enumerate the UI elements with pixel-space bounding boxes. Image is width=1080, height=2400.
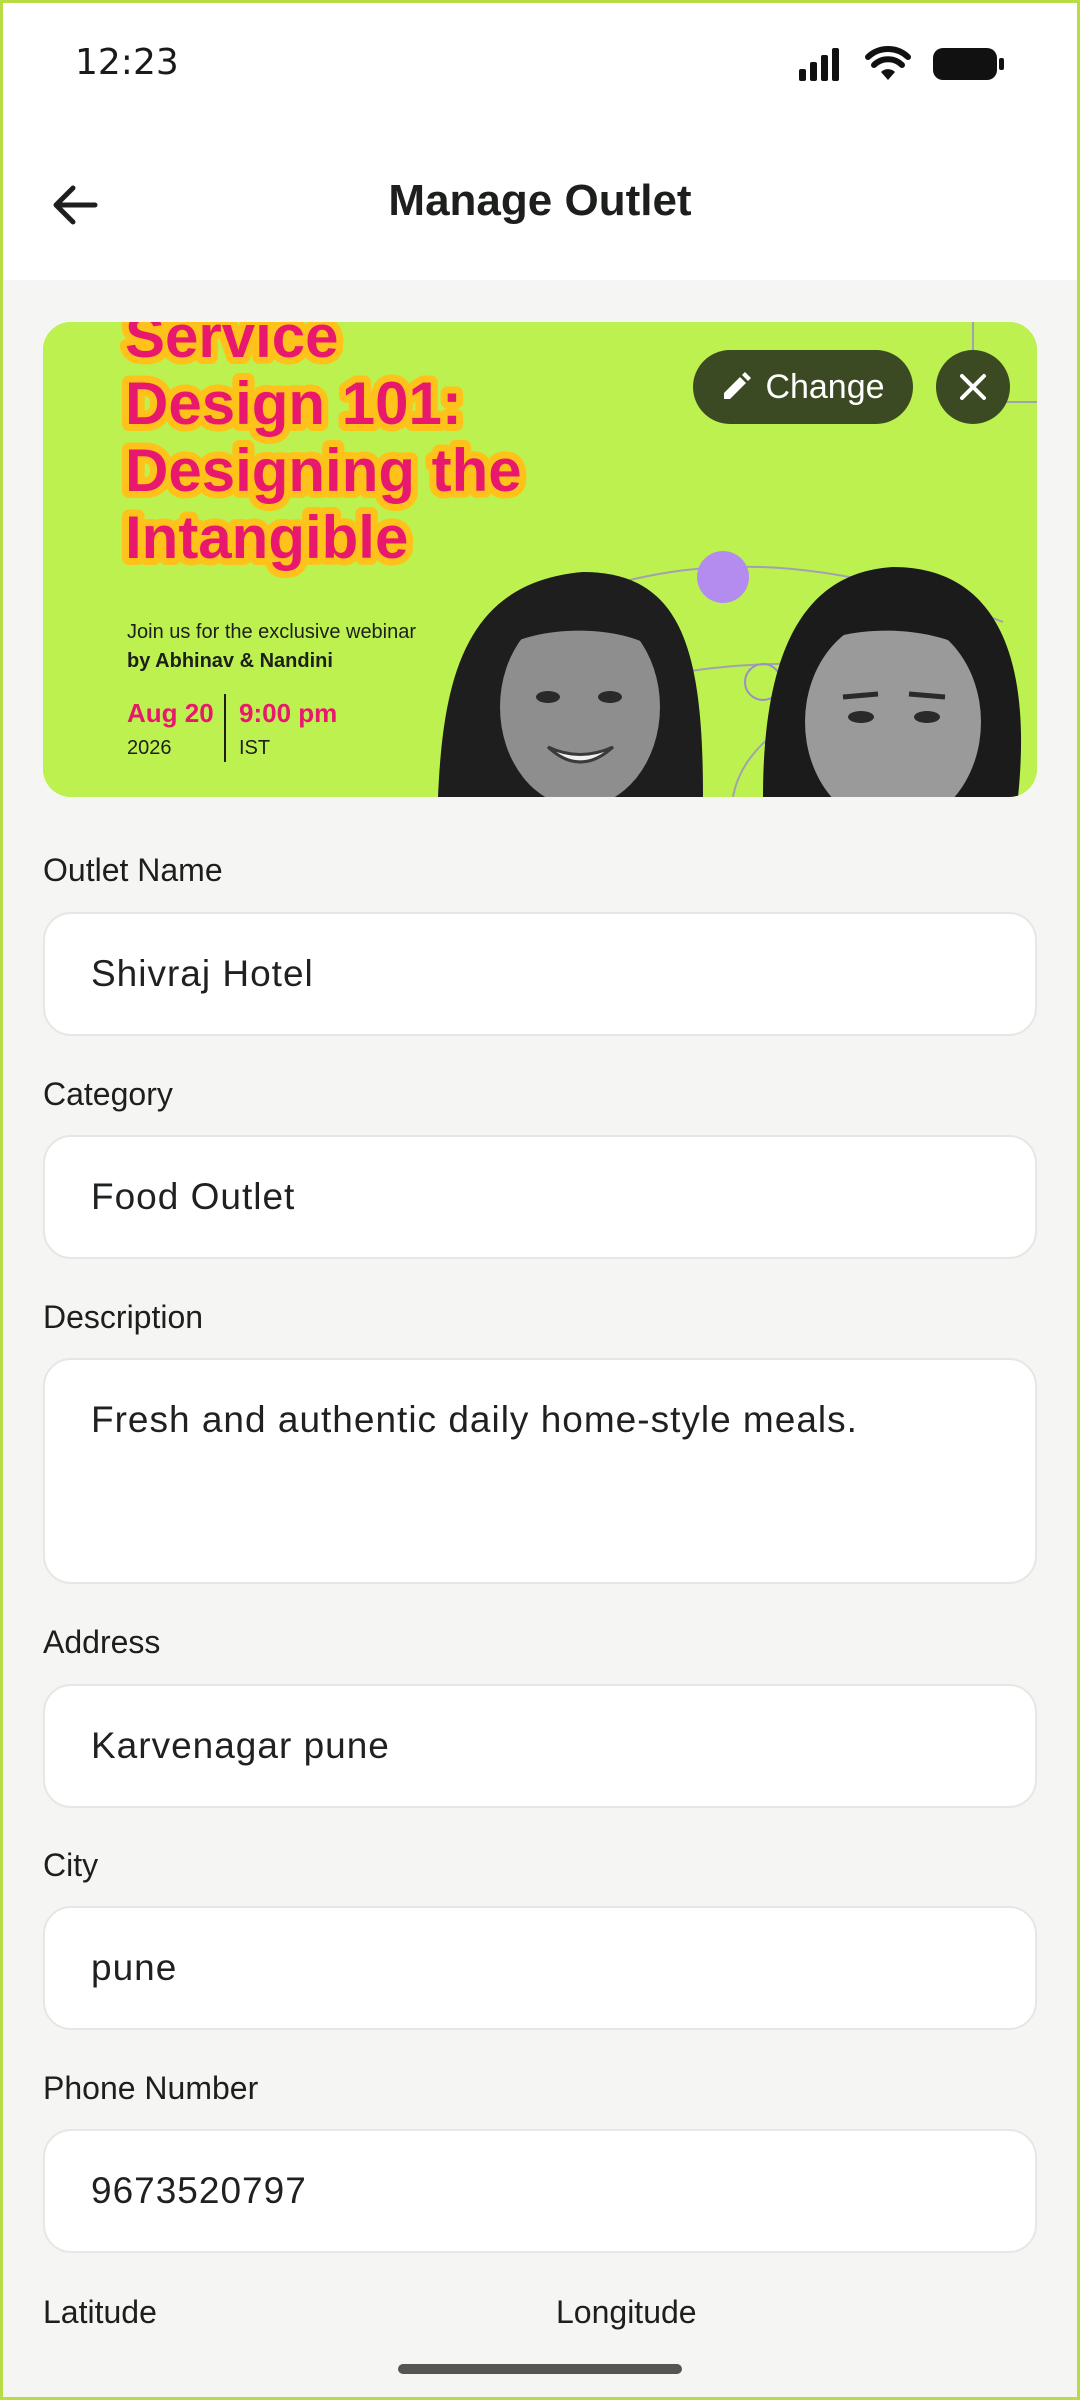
banner-invite-text: Join us for the exclusive webinar (127, 621, 416, 643)
wifi-icon (865, 46, 911, 80)
description-label: Description (43, 1299, 204, 1335)
change-image-button[interactable]: Change (693, 350, 913, 424)
close-icon (960, 374, 986, 400)
address-label: Address (43, 1624, 161, 1660)
status-time: 12:23 (75, 42, 179, 83)
signal-icon (799, 48, 839, 81)
banner-hosts-text: by Abhinav & Nandini (127, 650, 333, 672)
home-indicator[interactable] (398, 2364, 682, 2374)
outlet-name-input[interactable]: Shivraj Hotel (43, 912, 1037, 1036)
longitude-label: Longitude (556, 2294, 697, 2330)
banner-title-line-1: Service (125, 322, 339, 370)
banner-title-line-3: Designing the (125, 437, 522, 504)
remove-image-button[interactable] (936, 350, 1010, 424)
banner-year: 2026 (127, 737, 172, 759)
change-button-label: Change (765, 367, 885, 406)
banner-date: Aug 20 (127, 698, 214, 728)
city-input[interactable]: pune (43, 1906, 1037, 2030)
status-bar: 12:23 (0, 0, 1080, 130)
pencil-icon (724, 372, 752, 399)
phone-number-label: Phone Number (43, 2070, 259, 2106)
purple-dot (697, 551, 749, 603)
city-label: City (43, 1847, 99, 1883)
app-bar: Manage Outlet (0, 130, 1080, 280)
banner-timezone: IST (239, 737, 270, 759)
banner-time: 9:00 pm (239, 698, 337, 728)
banner-title-line-2: Design 101: (125, 370, 462, 437)
page-title: Manage Outlet (388, 176, 692, 225)
status-icons (797, 46, 1005, 82)
description-textarea[interactable]: Fresh and authentic daily home-style mea… (43, 1358, 1037, 1584)
category-input[interactable]: Food Outlet (43, 1135, 1037, 1259)
phone-number-input[interactable]: 9673520797 (43, 2129, 1037, 2253)
address-input[interactable]: Karvenagar pune (43, 1684, 1037, 1808)
category-label: Category (43, 1076, 173, 1112)
banner-title-line-4: Intangible (125, 504, 408, 571)
latitude-label: Latitude (43, 2294, 157, 2330)
outlet-name-label: Outlet Name (43, 852, 223, 888)
battery-icon (933, 48, 1004, 80)
